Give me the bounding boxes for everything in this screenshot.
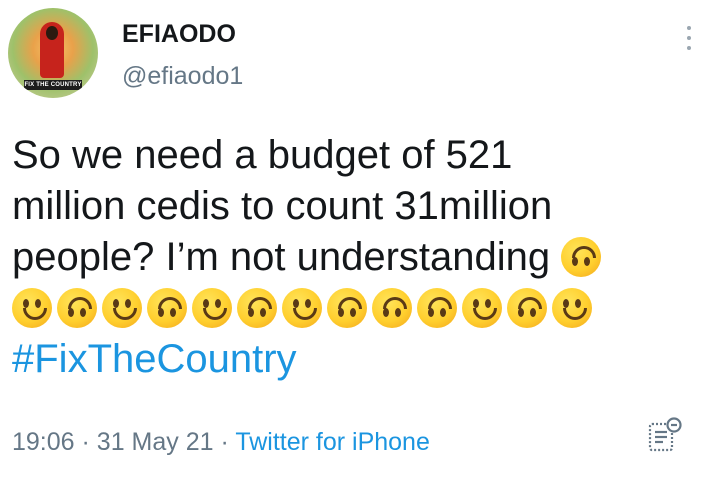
slightly-smiling-face-emoji-icon xyxy=(282,288,322,328)
tweet-date: 31 May 21 xyxy=(96,428,214,456)
upside-down-face-emoji-icon xyxy=(57,288,97,328)
user-handle[interactable]: @efiaodo1 xyxy=(122,62,243,91)
upside-down-face-emoji-icon xyxy=(417,288,457,328)
upside-down-face-emoji-icon xyxy=(507,288,547,328)
slightly-smiling-face-emoji-icon xyxy=(12,288,52,328)
slightly-smiling-face-emoji-icon xyxy=(192,288,232,328)
meta-separator: · xyxy=(81,428,90,456)
avatar[interactable]: FIX THE COUNTRY xyxy=(8,8,98,98)
tweet-line-text: people? I’m not understanding xyxy=(12,235,551,279)
tweet-line: So we need a budget of 521 xyxy=(12,133,513,177)
tweet-line: people? I’m not understanding xyxy=(12,232,702,283)
emoji-row xyxy=(12,283,702,334)
upside-down-face-emoji-icon xyxy=(327,288,367,328)
tweet-text: So we need a budget of 521 million cedis… xyxy=(12,130,702,385)
upside-down-face-emoji-icon xyxy=(147,288,187,328)
avatar-band: FIX THE COUNTRY xyxy=(24,80,82,90)
tweet-source-link[interactable]: Twitter for iPhone xyxy=(235,428,430,456)
upside-down-face-emoji-icon xyxy=(237,288,277,328)
slightly-smiling-face-emoji-icon xyxy=(552,288,592,328)
tweet-time: 19:06 xyxy=(12,428,75,456)
tweet-meta: 19:06 · 31 May 21 · Twitter for iPhone xyxy=(12,428,430,457)
hashtag-link[interactable]: #FixTheCountry xyxy=(12,334,702,385)
tweet-analytics-icon[interactable] xyxy=(646,416,684,454)
meta-separator: · xyxy=(220,428,229,456)
avatar-caption: FIX THE COUNTRY xyxy=(24,82,82,88)
upside-down-face-emoji-icon xyxy=(372,288,412,328)
display-name[interactable]: EFIAODO xyxy=(122,20,236,49)
slightly-smiling-face-emoji-icon xyxy=(462,288,502,328)
more-vertical-icon[interactable] xyxy=(682,26,696,60)
upside-down-face-emoji-icon xyxy=(561,237,602,277)
avatar-head xyxy=(46,26,58,40)
tweet-line: million cedis to count 31million xyxy=(12,184,553,228)
slightly-smiling-face-emoji-icon xyxy=(102,288,142,328)
